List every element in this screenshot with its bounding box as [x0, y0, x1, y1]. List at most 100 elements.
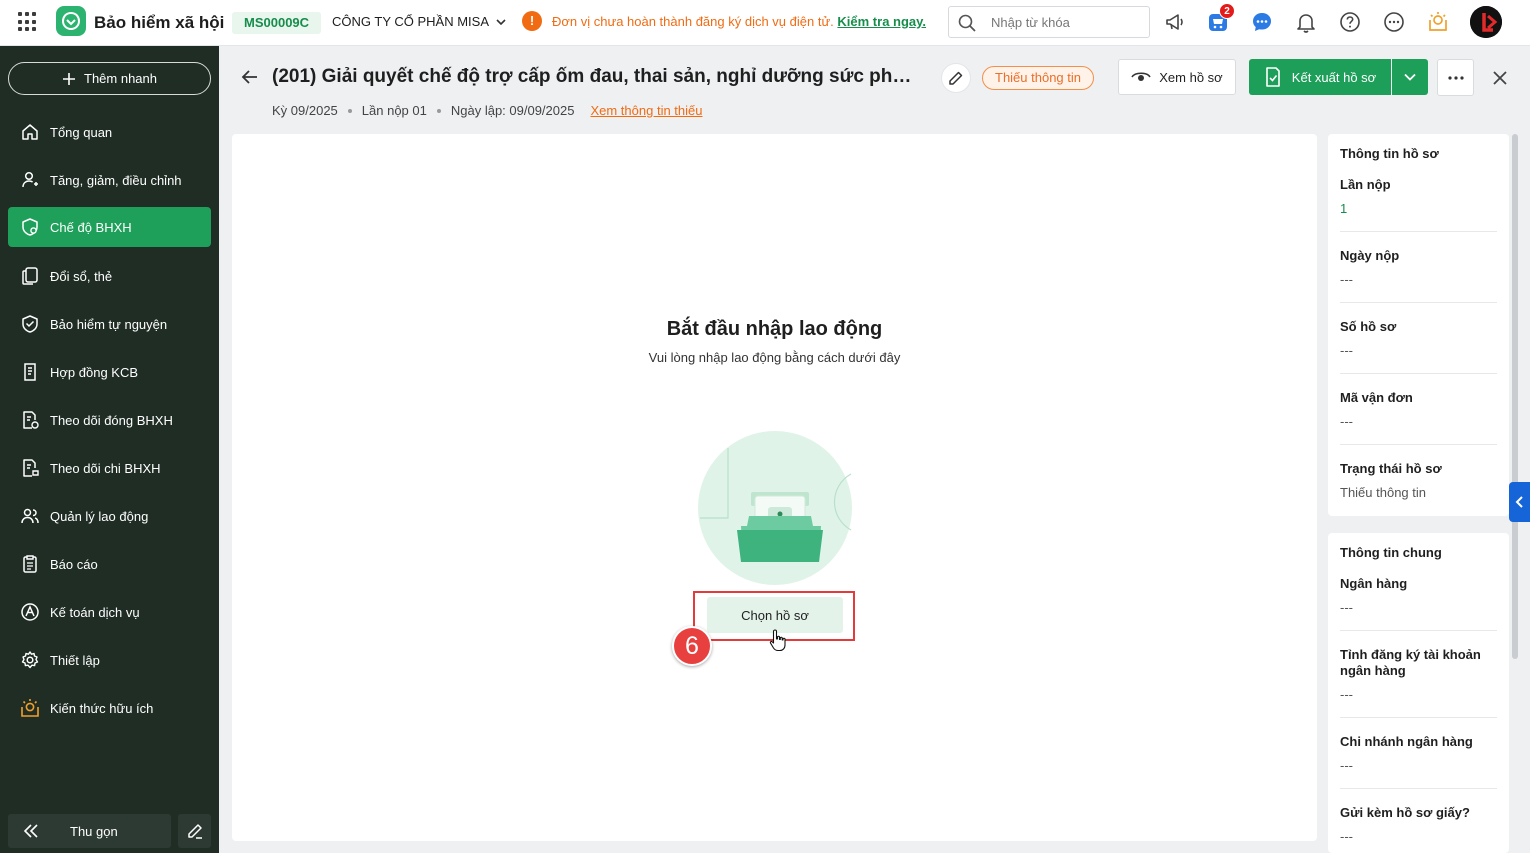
sidebar-item-label: Thiết lập: [50, 652, 100, 668]
quick-add-button[interactable]: Thêm nhanh: [8, 62, 211, 95]
megaphone-icon[interactable]: [1163, 10, 1187, 34]
home-icon: [22, 124, 38, 140]
main-content: Bắt đầu nhập lao động Vui lòng nhập lao …: [232, 134, 1317, 841]
top-bar: Bảo hiểm xã hội MS00009C CÔNG TY CỔ PHẦN…: [0, 0, 1530, 46]
app-logo-icon: [56, 6, 86, 36]
company-name: CÔNG TY CỔ PHẦN MISA: [332, 14, 489, 29]
double-chevron-left-icon: [23, 824, 38, 838]
field-label: Chi nhánh ngân hàng: [1340, 734, 1473, 749]
field-value: ---: [1340, 829, 1353, 844]
panel-scrollbar[interactable]: [1512, 134, 1518, 659]
knowledge-icon: [21, 699, 39, 717]
info-field: Trạng thái hồ sơ Thiếu thông tin: [1340, 445, 1497, 515]
page-title: (201) Giải quyết chế độ trợ cấp ốm đau, …: [272, 66, 922, 87]
file-info-panel: Thông tin hồ sơ Lần nộp 1 Ngày nộp --- S…: [1328, 134, 1509, 516]
back-button[interactable]: [240, 66, 260, 91]
warning-icon: !: [522, 11, 542, 31]
bell-icon[interactable]: [1294, 10, 1318, 34]
field-label: Lần nộp: [1340, 177, 1391, 192]
chat-icon[interactable]: [1250, 10, 1274, 34]
plus-icon: [63, 72, 75, 85]
edit-title-button[interactable]: [941, 63, 971, 93]
search-box[interactable]: [948, 6, 1150, 38]
sidebar-item-card-swap[interactable]: Đổi sổ, thẻ: [8, 256, 211, 296]
empty-state-subtitle: Vui lòng nhập lao động bằng cách dưới đâ…: [648, 350, 901, 365]
users-icon: [21, 508, 39, 524]
more-actions-button[interactable]: [1437, 59, 1474, 96]
export-dropdown-button[interactable]: [1392, 59, 1428, 95]
sidebar-item-track-spending[interactable]: Theo dõi chi BHXH: [8, 448, 211, 488]
sidebar-item-knowledge[interactable]: Kiến thức hữu ích: [8, 688, 211, 728]
search-input[interactable]: [991, 13, 1141, 31]
help-icon[interactable]: [1338, 10, 1362, 34]
export-document-icon: [1265, 67, 1280, 87]
company-selector[interactable]: CÔNG TY CỔ PHẦN MISA: [332, 14, 507, 29]
sidebar-item-label: Bảo hiểm tự nguyện: [50, 316, 168, 332]
sidebar-item-track-payment[interactable]: Theo dõi đóng BHXH: [8, 400, 211, 440]
view-missing-info-link[interactable]: Xem thông tin thiếu: [590, 103, 702, 118]
sidebar-item-settings[interactable]: Thiết lập: [8, 640, 211, 680]
pencil-icon: [949, 71, 963, 85]
empty-folder-illustration: [698, 431, 852, 585]
edit-icon: [187, 824, 202, 839]
sidebar-item-labor[interactable]: Quản lý lao động: [8, 496, 211, 536]
field-value: ---: [1340, 343, 1353, 358]
chevron-down-icon: [496, 18, 506, 25]
document-track-icon: [23, 411, 39, 429]
sidebar-item-label: Kiến thức hữu ích: [50, 700, 154, 716]
contract-icon: [24, 363, 36, 381]
knowledge-icon[interactable]: [1426, 10, 1450, 34]
step-number-badge: 6: [672, 626, 712, 666]
more-icon[interactable]: [1382, 10, 1406, 34]
info-field: Gửi kèm hồ sơ giấy? ---: [1340, 789, 1497, 853]
app-title: Bảo hiểm xã hội: [94, 13, 225, 32]
avatar[interactable]: [1470, 6, 1502, 38]
sidebar-item-contract[interactable]: Hợp đồng KCB: [8, 352, 211, 392]
file-meta: Kỳ 09/2025 Lần nộp 01 Ngày lập: 09/09/20…: [272, 103, 703, 118]
sidebar-item-adjust[interactable]: Tăng, giảm, điều chỉnh: [8, 160, 211, 200]
sidebar-item-label: Báo cáo: [50, 556, 98, 572]
collapse-label: Thu gọn: [70, 824, 118, 839]
field-label: Tỉnh đăng ký tài khoản ngân hàng: [1340, 647, 1481, 678]
panel-title: Thông tin chung: [1340, 545, 1442, 560]
quick-add-label: Thêm nhanh: [84, 71, 157, 86]
chevron-down-icon: [1404, 73, 1416, 81]
warning-message: Đơn vị chưa hoàn thành đăng ký dịch vụ đ…: [552, 14, 926, 29]
chevron-left-icon: [1515, 496, 1523, 508]
sidebar-item-bhxh-regime[interactable]: Chế độ BHXH: [8, 207, 211, 247]
cart-badge: 2: [1219, 3, 1235, 19]
field-value: ---: [1340, 758, 1353, 773]
panel-title: Thông tin hồ sơ: [1340, 146, 1439, 161]
sidebar-item-label: Kế toán dịch vụ: [50, 604, 140, 620]
document-pay-icon: [23, 459, 39, 477]
view-file-button[interactable]: Xem hồ sơ: [1118, 59, 1236, 95]
sidebar-item-accounting[interactable]: Kế toán dịch vụ: [8, 592, 211, 632]
view-file-label: Xem hồ sơ: [1159, 69, 1223, 85]
app-grid-icon[interactable]: [18, 12, 38, 32]
info-field: Tỉnh đăng ký tài khoản ngân hàng ---: [1340, 631, 1497, 718]
field-label: Ngân hàng: [1340, 576, 1408, 591]
status-badge: Thiếu thông tin: [982, 66, 1095, 90]
sidebar-item-label: Theo dõi chi BHXH: [50, 460, 161, 476]
sidebar-item-voluntary[interactable]: Bảo hiểm tự nguyện: [8, 304, 211, 344]
collapse-sidebar-button[interactable]: Thu gọn: [8, 814, 171, 848]
field-label: Ngày nộp: [1340, 248, 1400, 263]
expand-panel-button[interactable]: [1509, 482, 1530, 522]
field-value: 1: [1340, 201, 1348, 216]
shield-icon: [22, 315, 38, 333]
sidebar: Thêm nhanh Tổng quan Tăng, giảm, điều ch…: [0, 46, 219, 853]
hand-cursor-icon: [769, 629, 786, 652]
export-file-button[interactable]: Kết xuất hồ sơ: [1249, 59, 1391, 95]
edit-menu-button[interactable]: [178, 814, 211, 848]
separator-dot: [347, 108, 352, 113]
info-field: Mã vận đơn ---: [1340, 374, 1497, 445]
arrow-left-icon: [241, 70, 257, 84]
cart-icon[interactable]: 2: [1206, 3, 1235, 34]
created-date-text: Ngày lập: 09/09/2025: [450, 103, 575, 118]
sidebar-item-report[interactable]: Báo cáo: [8, 544, 211, 584]
search-icon: [958, 14, 976, 32]
period-text: Kỳ 09/2025: [272, 103, 338, 118]
sidebar-item-overview[interactable]: Tổng quan: [8, 112, 211, 152]
check-now-link[interactable]: Kiểm tra ngay.: [837, 14, 926, 29]
close-button[interactable]: [1488, 66, 1512, 90]
